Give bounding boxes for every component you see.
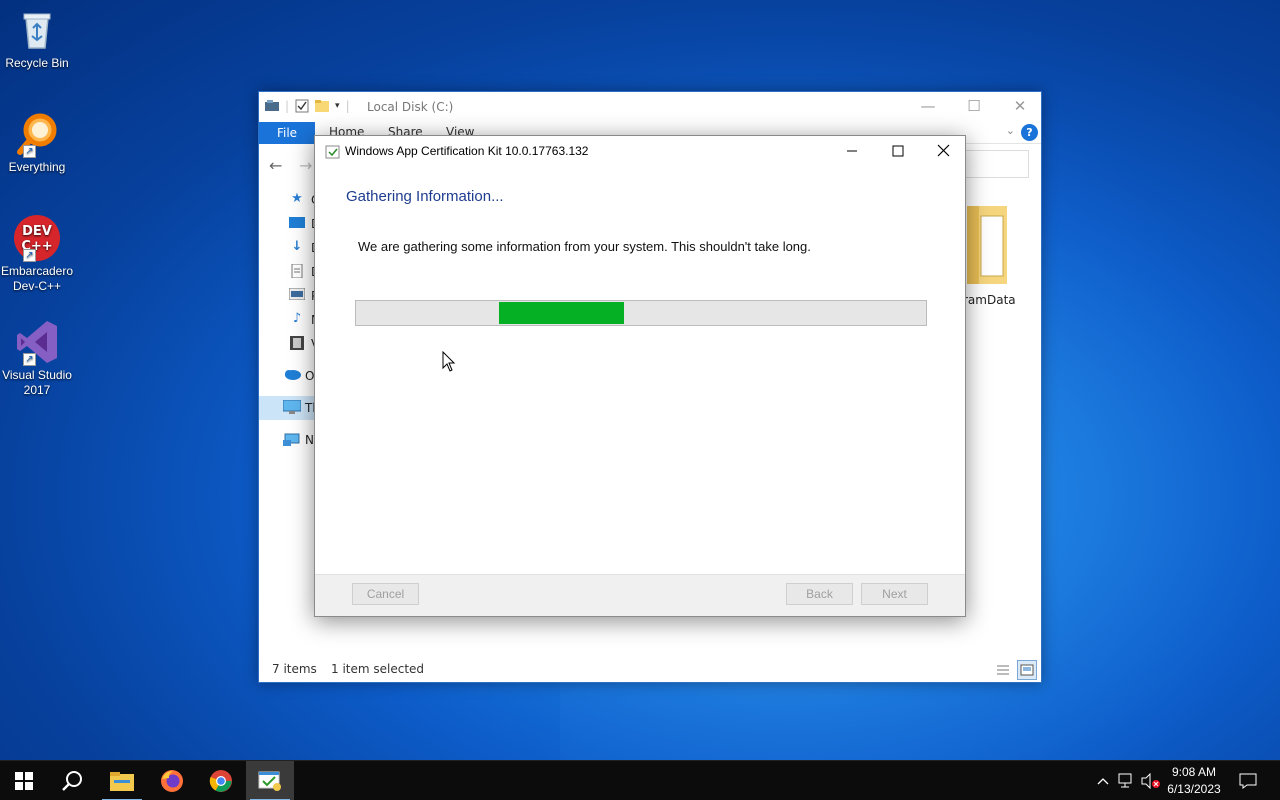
folder-label[interactable]: ramData (963, 293, 1016, 307)
taskbar-file-explorer[interactable] (98, 761, 146, 800)
this-pc-icon (282, 399, 302, 414)
new-folder-icon[interactable] (315, 99, 330, 113)
visual-studio-icon: ↗ (13, 318, 61, 366)
progress-bar (355, 300, 927, 326)
desktop-icon-recycle-bin[interactable]: Recycle Bin (0, 6, 74, 71)
app-cert-kit-dialog[interactable]: Windows App Certification Kit 10.0.17763… (314, 135, 966, 617)
recycle-bin-icon (13, 6, 61, 54)
page-heading: Gathering Information... (346, 188, 504, 205)
svg-text:DEV: DEV (22, 224, 52, 239)
taskbar-firefox[interactable] (148, 761, 196, 800)
videos-folder-icon (289, 336, 305, 350)
expand-ribbon-icon[interactable]: ⌄ (1006, 124, 1015, 137)
close-button[interactable]: ✕ (997, 92, 1043, 122)
maximize-button[interactable] (875, 136, 921, 166)
back-arrow-icon[interactable]: ← (269, 156, 282, 175)
maximize-button[interactable]: ☐ (951, 92, 997, 122)
status-message: We are gathering some information from y… (358, 239, 811, 254)
progress-indicator (498, 302, 624, 324)
pictures-folder-icon (288, 287, 306, 302)
music-folder-icon: ♪ (292, 311, 302, 326)
documents-folder-icon (289, 263, 305, 279)
search-input[interactable] (959, 150, 1029, 178)
minimize-button[interactable] (829, 136, 875, 166)
start-button[interactable] (0, 761, 48, 800)
notification-icon (1239, 773, 1257, 789)
action-center-button[interactable] (1234, 761, 1262, 800)
firefox-icon (161, 770, 183, 792)
dialog-title: Windows App Certification Kit 10.0.17763… (345, 144, 589, 158)
desktop-icon-devcpp[interactable]: DEV C++ ↗ Embarcadero Dev-C++ (0, 214, 74, 294)
status-bar: 7 items 1 item selected (259, 658, 1041, 682)
customize-qat-icon[interactable]: ▾ (335, 101, 340, 111)
properties-icon[interactable] (265, 100, 279, 112)
large-icons-view-icon[interactable] (1017, 660, 1037, 680)
explorer-title: Local Disk (C:) (367, 100, 454, 114)
file-explorer-icon (110, 772, 134, 791)
network-icon (283, 432, 300, 446)
app-cert-kit-icon (325, 144, 341, 160)
shortcut-arrow-icon: ↗ (23, 249, 36, 262)
item-count: 7 items (272, 662, 317, 676)
forward-arrow-icon[interactable]: → (299, 156, 312, 175)
cancel-button[interactable]: Cancel (352, 583, 419, 605)
desktop-icon-visual-studio[interactable]: ↗ Visual Studio 2017 (0, 318, 74, 398)
onedrive-cloud-icon (283, 368, 301, 382)
shortcut-arrow-icon: ↗ (23, 353, 36, 366)
clock-date: 6/13/2023 (1167, 782, 1221, 796)
desktop-icon-everything[interactable]: ↗ Everything (0, 110, 74, 175)
desktop-icon-label: Recycle Bin (5, 56, 69, 70)
quick-access-star-icon: ★ (291, 191, 303, 206)
network-icon (1118, 773, 1132, 788)
devcpp-icon: DEV C++ ↗ (13, 214, 61, 262)
everything-search-icon: ↗ (13, 110, 61, 158)
quick-access-toolbar: | ▾ | (265, 99, 350, 113)
chrome-icon (209, 770, 232, 792)
folder-icon[interactable] (967, 206, 1007, 284)
system-clock[interactable]: 9:08 AM 6/13/2023 (1160, 764, 1228, 798)
start-icon (15, 772, 33, 790)
minimize-button[interactable]: — (905, 92, 951, 122)
shortcut-arrow-icon: ↗ (23, 145, 36, 158)
tab-file[interactable]: File (259, 122, 315, 144)
dialog-title-bar[interactable]: Windows App Certification Kit 10.0.17763… (315, 136, 965, 166)
back-button[interactable]: Back (786, 583, 853, 605)
taskbar-app-cert-kit[interactable] (246, 761, 294, 800)
show-hidden-icons-button[interactable] (1092, 761, 1114, 800)
desktop-icon-label: Visual Studio 2017 (2, 368, 72, 397)
checkbox-icon[interactable] (295, 99, 309, 113)
selection-count: 1 item selected (331, 662, 425, 676)
search-button[interactable] (48, 761, 96, 800)
help-icon[interactable]: ? (1021, 124, 1038, 141)
app-cert-kit-icon (258, 771, 281, 791)
chevron-up-icon (1097, 778, 1109, 785)
clock-time: 9:08 AM (1171, 765, 1217, 779)
details-view-icon[interactable] (993, 660, 1013, 680)
volume-tray-button[interactable] (1140, 761, 1162, 800)
explorer-title-bar[interactable]: | ▾ | Local Disk (C:) — ☐ ✕ (259, 92, 1041, 122)
next-button[interactable]: Next (861, 583, 928, 605)
desktop-icon-label: Everything (8, 160, 66, 174)
search-icon (62, 771, 82, 791)
downloads-folder-icon: ↓ (291, 239, 303, 254)
taskbar: 9:08 AM 6/13/2023 (0, 760, 1280, 800)
mouse-cursor-icon (442, 351, 456, 372)
volume-muted-icon (1141, 773, 1160, 789)
network-tray-button[interactable] (1116, 761, 1138, 800)
dialog-footer: Cancel Back Next (315, 574, 965, 616)
desktop-folder-icon (289, 216, 305, 230)
close-button[interactable] (921, 136, 967, 166)
taskbar-chrome[interactable] (197, 761, 245, 800)
desktop-icon-label: Embarcadero Dev-C++ (0, 264, 74, 293)
